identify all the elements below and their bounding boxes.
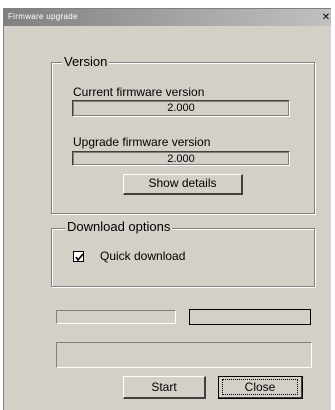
- show-details-button[interactable]: Show details: [123, 174, 243, 195]
- progress-bar: [56, 342, 312, 368]
- checkmark-icon: [75, 253, 84, 262]
- current-firmware-field: 2.000: [72, 100, 290, 117]
- close-button[interactable]: Close: [218, 376, 303, 399]
- window-title: Firmware upgrade: [8, 12, 78, 21]
- close-focus-rect: [222, 379, 298, 395]
- upgrade-firmware-label: Upgrade firmware version: [73, 135, 211, 149]
- quick-download-label: Quick download: [100, 249, 186, 263]
- quick-download-checkbox[interactable]: [73, 251, 84, 262]
- version-legend: Version: [62, 54, 110, 69]
- title-bar[interactable]: Firmware upgrade ✕: [4, 9, 331, 26]
- download-options-legend: Download options: [65, 219, 173, 234]
- show-details-label: Show details: [148, 176, 217, 190]
- upgrade-firmware-field: 2.000: [72, 151, 290, 166]
- status-box-left: [56, 310, 176, 324]
- firmware-dialog: Firmware upgrade ✕ Version Current firmw…: [3, 8, 331, 410]
- start-label: Start: [151, 380, 177, 394]
- close-icon[interactable]: ✕: [321, 9, 331, 26]
- current-firmware-label: Current firmware version: [73, 85, 205, 99]
- status-box-right: [189, 309, 311, 325]
- start-button[interactable]: Start: [123, 376, 206, 399]
